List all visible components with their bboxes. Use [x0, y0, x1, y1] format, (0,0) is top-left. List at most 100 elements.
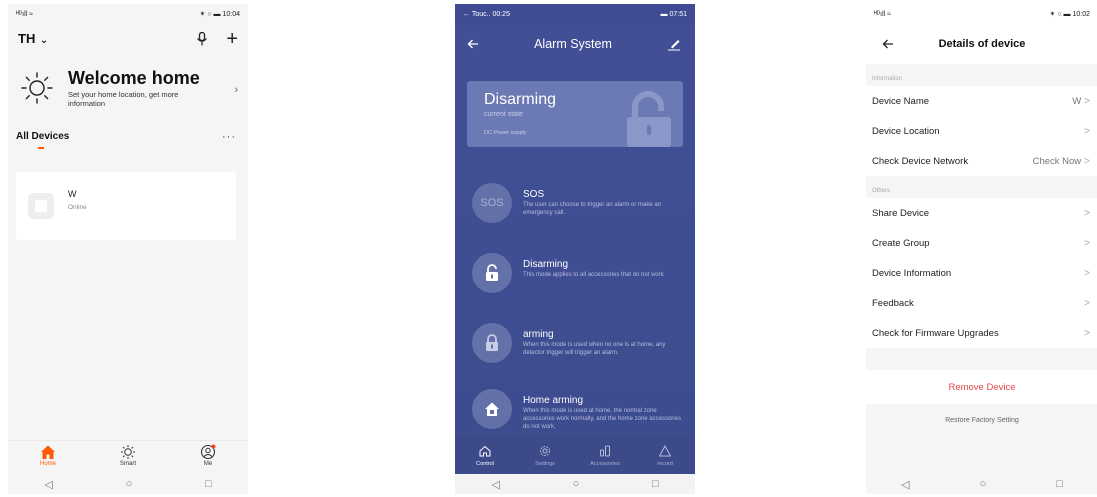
nav-recent-button[interactable]: □	[1056, 478, 1063, 490]
add-device-button[interactable]: +	[226, 29, 238, 49]
chevron-right-icon: >	[1084, 297, 1090, 309]
row-create-group[interactable]: Create Group >	[866, 228, 1097, 258]
mode-name: Home arming	[523, 395, 584, 406]
restore-factory-button[interactable]: Restore Factory Setting	[866, 404, 1097, 436]
status-bar: ᴴᴰıll ≈ ✶ ○ ▬ 10:04	[8, 4, 248, 24]
more-icon[interactable]: ···	[222, 131, 236, 143]
status-left: ← Touc.. 00:25	[463, 10, 510, 18]
chevron-right-icon: >	[1084, 207, 1090, 219]
row-firmware-upgrades[interactable]: Check for Firmware Upgrades >	[866, 318, 1097, 348]
chevron-right-icon: >	[1084, 267, 1090, 279]
welcome-title: Welcome home	[68, 68, 200, 88]
mode-name: arming	[523, 329, 554, 340]
locked-padlock-icon	[472, 323, 512, 363]
status-left: ᴴᴰıll ≈	[16, 10, 33, 18]
chevron-right-icon: >	[1084, 237, 1090, 249]
active-tab-indicator	[38, 146, 44, 149]
row-check-network[interactable]: Check Device Network Check Now >	[866, 146, 1097, 176]
row-label: Feedback	[872, 297, 914, 309]
mode-name: SOS	[523, 189, 545, 200]
row-device-information[interactable]: Device Information >	[866, 258, 1097, 288]
mode-description: When this mode is used when no one is at…	[523, 342, 666, 356]
nav-recent-button[interactable]: □	[652, 478, 659, 490]
home-name: TH	[18, 31, 36, 46]
tab-home[interactable]: Home	[23, 443, 73, 467]
home-header: TH ⌄ +	[8, 24, 248, 54]
status-bar: ᴴᴰıll ≈ ✶ ○ ▬ 10:02	[866, 4, 1097, 24]
system-nav-bar: ◁ ○ □	[866, 474, 1097, 494]
mode-home-arming[interactable]: Home arming When this mode is used at ho…	[455, 389, 695, 431]
row-label: Device Information	[872, 267, 952, 279]
status-right: ✶ ○ ▬ 10:02	[1049, 11, 1090, 18]
nav-home-button[interactable]: ○	[573, 478, 580, 490]
unlocked-padlock-icon	[627, 91, 671, 147]
tab-smart[interactable]: Smart	[103, 443, 153, 467]
row-device-name[interactable]: Device Name W >	[866, 86, 1097, 116]
mode-arming[interactable]: arming When this mode is used when no on…	[455, 323, 695, 363]
home-selector[interactable]: TH ⌄	[18, 30, 48, 48]
mode-description: This mode applies to all accessories tha…	[523, 272, 664, 278]
row-value: Check Now	[1032, 155, 1082, 167]
row-label: Check Device Network	[872, 155, 969, 167]
system-nav-bar: ◁ ○ □	[455, 474, 695, 494]
mode-disarming[interactable]: Disarming This mode applies to all acces…	[455, 253, 695, 293]
tab-smart-label: Smart	[119, 461, 136, 467]
mode-sos[interactable]: SOS SOS The user can choose to trigger a…	[455, 183, 695, 223]
welcome-banner[interactable]: Welcome home Set your home location, get…	[8, 54, 248, 119]
section-information: Information	[872, 76, 903, 82]
mode-description: When this mode is used at home, the norm…	[523, 408, 681, 430]
back-arrow-icon[interactable]	[467, 38, 479, 50]
person-icon	[200, 444, 216, 460]
row-feedback[interactable]: Feedback >	[866, 288, 1097, 318]
bottom-tab-bar: Home Smart Me	[8, 440, 248, 474]
device-card[interactable]: W Online	[16, 171, 236, 240]
row-label: Create Group	[872, 237, 930, 249]
alarm-system-screen: ← Touc.. 00:25 ▬ 07:51 Alarm System Disa…	[455, 4, 695, 494]
chevron-down-icon: ⌄	[39, 35, 49, 46]
chevron-right-icon: ›	[234, 84, 238, 96]
page-title: Details of device	[938, 38, 1026, 50]
nav-recent-button[interactable]: □	[205, 478, 212, 490]
all-devices-tab[interactable]: All Devices	[16, 131, 69, 142]
nav-back-button[interactable]: ◁	[491, 478, 499, 491]
device-details-screen: ᴴᴰıll ≈ ✶ ○ ▬ 10:02 Details of device In…	[866, 4, 1097, 494]
row-label: Check for Firmware Upgrades	[872, 327, 999, 339]
row-device-location[interactable]: Device Location >	[866, 116, 1097, 146]
nav-home-button[interactable]: ○	[980, 478, 987, 490]
row-label: Share Device	[872, 207, 930, 219]
home-screen: ᴴᴰıll ≈ ✶ ○ ▬ 10:04 TH ⌄ + Welcome home …	[8, 4, 248, 494]
alarm-header: Alarm System	[455, 24, 695, 64]
status-right: ▬ 07:51	[660, 10, 687, 18]
welcome-subtitle: Set your home location, get more informa…	[68, 90, 179, 109]
home-lock-icon	[472, 389, 512, 429]
nav-back-button[interactable]: ◁	[901, 478, 909, 491]
chevron-right-icon: >	[1084, 327, 1090, 339]
nav-home-button[interactable]: ○	[126, 478, 133, 490]
row-share-device[interactable]: Share Device >	[866, 198, 1097, 228]
remove-device-button[interactable]: Remove Device	[866, 370, 1097, 404]
bottom-tab-bar: Control Settings Accessories record	[455, 435, 695, 475]
tab-accessories[interactable]: Accessories	[580, 443, 630, 467]
row-label: Device Name	[872, 95, 930, 107]
tab-settings[interactable]: Settings	[520, 443, 570, 467]
device-status: Online	[68, 203, 87, 211]
row-label: Device Location	[872, 125, 940, 137]
row-value: W	[1072, 95, 1082, 107]
current-state-card: Disarming current state DC Power supply	[467, 81, 683, 147]
nav-back-button[interactable]: ◁	[44, 478, 52, 491]
tab-record[interactable]: record	[640, 443, 690, 467]
status-left: ᴴᴰıll ≈	[874, 10, 891, 18]
tab-me[interactable]: Me	[183, 443, 233, 467]
back-arrow-icon[interactable]	[882, 38, 894, 50]
tab-me-label: Me	[203, 461, 213, 467]
tab-settings-label: Settings	[535, 461, 555, 467]
page-title: Alarm System	[534, 37, 612, 51]
sos-badge: SOS	[472, 183, 512, 223]
devices-icon	[600, 445, 610, 457]
details-header: Details of device	[866, 24, 1097, 64]
tab-control[interactable]: Control	[460, 443, 510, 467]
device-icon	[28, 192, 54, 219]
edit-icon[interactable]	[667, 37, 681, 51]
devices-header: All Devices ···	[8, 119, 248, 145]
microphone-icon[interactable]	[196, 32, 208, 46]
